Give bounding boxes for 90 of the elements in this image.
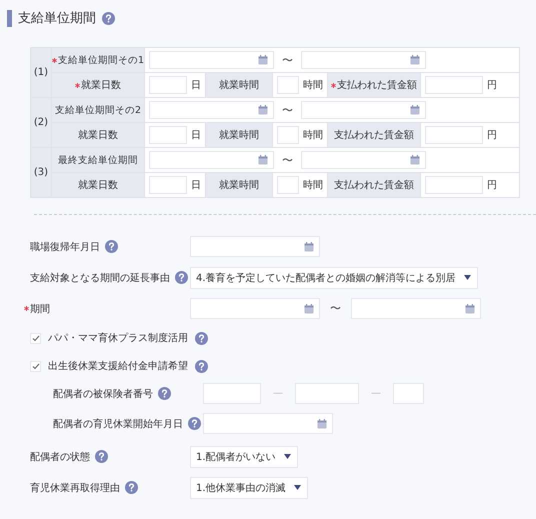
input-field[interactable] [425,176,483,194]
help-icon[interactable] [175,271,188,284]
unit-label: 円 [487,129,497,142]
field-label: 配偶者の育児休業開始年月日 [53,418,183,430]
separator-dash: — [273,388,283,399]
unit-label: 日 [191,79,201,92]
input-field[interactable] [149,76,187,94]
date-field[interactable] [190,298,320,319]
row-label: 就業時間 [206,123,272,147]
field-label: 支給対象となる期間の延長事由 [30,272,170,284]
range-separator: 〜 [282,152,293,168]
input-field[interactable] [149,126,187,144]
date-field[interactable] [301,51,426,69]
input-field[interactable] [149,176,187,194]
input-field[interactable] [393,383,424,404]
date-field[interactable] [149,151,274,169]
field-label: 期間 [30,302,50,316]
calendar-icon [258,55,268,65]
calendar-icon [465,304,475,314]
row-label: 支払われた賃金額 [328,123,420,147]
input-field[interactable] [203,383,261,404]
caret-icon [284,454,291,459]
field-label: 配偶者の状態 [30,450,90,464]
range-separator: 〜 [282,102,293,118]
calendar-icon [258,155,268,165]
row-label: 支給単位期間その2 [52,98,144,122]
unit-label: 円 [487,179,497,192]
help-icon[interactable] [188,417,201,430]
field-label: 配偶者の被保険者番号 [53,388,153,400]
calendar-icon [304,304,314,314]
input-field[interactable] [425,76,483,94]
row-index: (3) [31,148,51,197]
checkbox[interactable] [30,332,41,344]
date-field[interactable] [351,298,481,319]
caret-icon [464,275,471,280]
input-field[interactable] [425,126,483,144]
calendar-icon [410,105,420,115]
unit-label: 日 [191,179,201,192]
help-icon[interactable] [125,481,138,494]
unit-label: 日 [191,129,201,142]
calendar-icon [410,155,420,165]
checkbox-label: パパ・ママ育休プラス制度活用 [48,332,188,345]
row-label: 就業日数 [52,73,144,97]
calendar-icon [317,418,327,428]
row-label: 就業時間 [206,173,272,197]
input-field[interactable] [295,383,359,404]
row-index: (1) [31,48,51,97]
row-label: 就業日数 [52,173,144,197]
row-label: 支払われた賃金額 [328,73,420,97]
calendar-icon [258,105,268,115]
unit-label: 時間 [303,128,323,142]
separator-dash: — [371,388,381,399]
range-separator: 〜 [282,52,293,68]
caret-icon [294,485,301,490]
select-field[interactable]: 1.配偶者がいない [190,446,298,468]
calendar-icon [304,242,314,252]
section-title: 支給単位期間 [18,10,96,27]
checkbox-label: 出生後休業支援給付金申請希望 [48,360,188,373]
calendar-icon [410,55,420,65]
row-label: 支給単位期間その1 [52,48,144,72]
help-icon[interactable] [158,387,171,400]
input-field[interactable] [277,126,299,144]
row-label: 支払われた賃金額 [328,173,420,197]
field-label: 職場復帰年月日 [30,240,100,254]
date-field[interactable] [301,151,426,169]
input-field[interactable] [277,176,299,194]
section-marker [7,10,12,26]
date-field[interactable] [203,413,333,434]
range-separator: 〜 [330,301,341,316]
row-label: 最終支給単位期間 [52,148,144,172]
help-icon[interactable] [95,450,108,463]
select-field[interactable]: 1.他休業事由の消滅 [190,476,308,498]
date-field[interactable] [149,51,274,69]
unit-label: 円 [487,79,497,92]
date-field[interactable] [149,101,274,119]
help-icon[interactable] [195,332,208,344]
unit-label: 時間 [303,178,323,192]
help-icon[interactable] [195,360,208,372]
help-icon[interactable] [105,240,118,253]
row-label: 就業時間 [206,73,272,97]
input-field[interactable] [277,76,299,94]
unit-label: 時間 [303,78,323,92]
row-index: (2) [31,98,51,147]
field-label: 育児休業再取得理由 [30,482,120,494]
date-field[interactable] [301,101,426,119]
select-field[interactable]: 4.養育を予定していた配偶者との婚姻の解消等による別居 [190,266,478,288]
date-field[interactable] [190,236,320,257]
row-label: 就業日数 [52,123,144,147]
checkbox[interactable] [30,360,41,372]
help-icon[interactable] [102,12,115,24]
